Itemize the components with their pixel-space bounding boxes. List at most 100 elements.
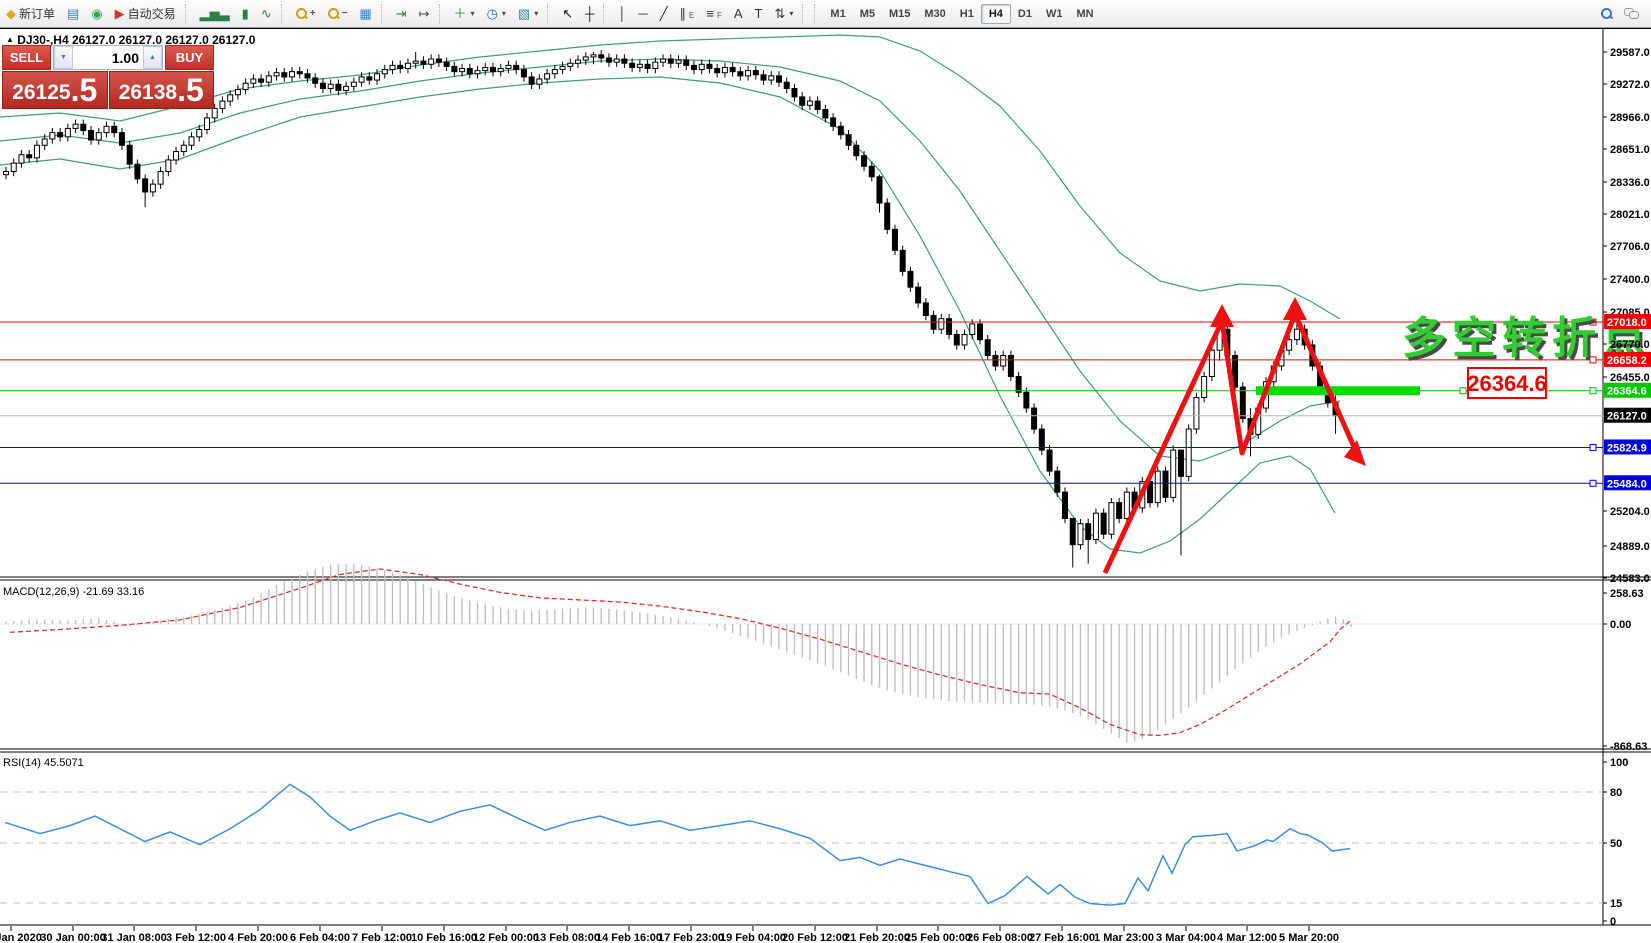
bear-candle[interactable] <box>792 88 797 96</box>
bull-candle[interactable] <box>460 69 465 72</box>
bear-candle[interactable] <box>135 164 140 179</box>
bear-candle[interactable] <box>977 324 982 340</box>
bear-candle[interactable] <box>336 84 341 90</box>
bear-candle[interactable] <box>738 72 743 76</box>
bull-candle[interactable] <box>413 61 418 63</box>
new-order-button[interactable]: ◆新订单 <box>1 3 60 24</box>
bull-candle[interactable] <box>150 184 155 192</box>
support-line-25484-anchor[interactable] <box>1590 480 1596 486</box>
new-chart-icon[interactable]: ＋▾ <box>449 5 480 22</box>
pivot-highlight-bar[interactable] <box>1256 386 1420 395</box>
pivot-line-26364-anchor[interactable] <box>1590 388 1596 394</box>
bear-candle[interactable] <box>1086 524 1091 540</box>
bear-candle[interactable] <box>313 78 318 83</box>
bear-candle[interactable] <box>320 83 325 88</box>
bear-candle[interactable] <box>1024 392 1029 408</box>
bull-candle[interactable] <box>568 63 573 66</box>
timeframe-d1-button[interactable]: D1 <box>1011 5 1039 23</box>
bull-candle[interactable] <box>405 63 410 68</box>
bull-candle[interactable] <box>351 82 356 86</box>
search-button[interactable] <box>1596 6 1617 21</box>
bull-candle[interactable] <box>506 65 511 68</box>
chat-button[interactable] <box>1619 6 1643 21</box>
bull-candle[interactable] <box>1209 350 1214 376</box>
bear-candle[interactable] <box>831 118 836 126</box>
bull-candle[interactable] <box>243 83 248 89</box>
bear-candle[interactable] <box>753 71 758 75</box>
bull-candle[interactable] <box>591 55 596 57</box>
bear-candle[interactable] <box>1117 503 1122 519</box>
bull-candle[interactable] <box>34 145 39 158</box>
bear-candle[interactable] <box>993 355 998 366</box>
candlestick-chart-icon[interactable]: ▮ <box>237 5 254 22</box>
timeframe-h4-button[interactable]: H4 <box>981 4 1011 24</box>
trend-arrow-line[interactable] <box>1105 314 1358 573</box>
bear-candle[interactable] <box>490 67 495 71</box>
bull-candle[interactable] <box>498 69 503 72</box>
bear-candle[interactable] <box>127 145 132 164</box>
bear-candle[interactable] <box>452 66 457 71</box>
bull-candle[interactable] <box>552 70 557 74</box>
bear-candle[interactable] <box>947 319 952 335</box>
template-icon[interactable]: ▧▾ <box>513 5 543 22</box>
bollinger-middle-band[interactable] <box>0 59 1340 461</box>
bear-candle[interactable] <box>436 59 441 62</box>
bear-candle[interactable] <box>119 133 124 146</box>
bear-candle[interactable] <box>691 65 696 69</box>
bull-candle[interactable] <box>653 62 658 68</box>
bull-candle[interactable] <box>251 79 256 83</box>
bull-candle[interactable] <box>537 79 542 84</box>
bear-candle[interactable] <box>297 72 302 74</box>
bull-candle[interactable] <box>189 137 194 145</box>
text-icon[interactable]: A <box>729 5 748 22</box>
bull-candle[interactable] <box>274 73 279 76</box>
bear-candle[interactable] <box>877 177 882 203</box>
timeframe-w1-button[interactable]: W1 <box>1039 5 1070 23</box>
zoom-out-icon[interactable]: − <box>323 6 353 21</box>
bear-candle[interactable] <box>1008 355 1013 376</box>
bear-candle[interactable] <box>444 62 449 66</box>
bear-candle[interactable] <box>58 133 63 137</box>
line-chart-icon[interactable]: ∿ <box>256 5 277 22</box>
bull-candle[interactable] <box>204 118 209 130</box>
bear-candle[interactable] <box>784 82 789 88</box>
bull-candle[interactable] <box>4 172 9 175</box>
bull-candle[interactable] <box>939 319 944 330</box>
chart-shift-icon[interactable]: ↦ <box>414 5 435 22</box>
rsi-line[interactable] <box>5 784 1350 905</box>
timeframe-h1-button[interactable]: H1 <box>953 5 981 23</box>
bull-candle[interactable] <box>962 334 967 345</box>
bear-candle[interactable] <box>27 155 32 158</box>
bear-candle[interactable] <box>923 303 928 316</box>
bear-candle[interactable] <box>800 97 805 105</box>
bear-candle[interactable] <box>1032 408 1037 429</box>
bull-candle[interactable] <box>50 133 55 139</box>
timeframe-m5-button[interactable]: M5 <box>853 5 882 23</box>
bear-candle[interactable] <box>305 74 310 78</box>
timeframe-m15-button[interactable]: M15 <box>882 5 917 23</box>
text-label-icon[interactable]: T <box>750 5 768 22</box>
bear-candle[interactable] <box>854 145 859 156</box>
bear-candle[interactable] <box>900 250 905 271</box>
fibonacci-icon[interactable]: ≡F <box>701 5 726 22</box>
bear-candle[interactable] <box>862 156 867 167</box>
bear-candle[interactable] <box>606 58 611 62</box>
tile-windows-icon[interactable]: ▦ <box>354 5 376 22</box>
cursor-icon[interactable]: ↖ <box>557 5 578 22</box>
bull-candle[interactable] <box>228 95 233 101</box>
bull-candle[interactable] <box>699 64 704 69</box>
bull-candle[interactable] <box>42 139 47 145</box>
bear-candle[interactable] <box>645 64 650 68</box>
bear-candle[interactable] <box>1163 471 1168 497</box>
bull-candle[interactable] <box>661 59 666 62</box>
bear-candle[interactable] <box>1039 429 1044 450</box>
bear-candle[interactable] <box>622 59 627 63</box>
volume-decrease-button[interactable]: ▼ <box>54 46 73 69</box>
bull-candle[interactable] <box>483 67 488 70</box>
bear-candle[interactable] <box>1070 518 1075 544</box>
bull-candle[interactable] <box>1109 503 1114 535</box>
bull-candle[interactable] <box>1124 492 1129 518</box>
timeframe-m1-button[interactable]: M1 <box>823 5 852 23</box>
bear-candle[interactable] <box>1063 492 1068 518</box>
bull-candle[interactable] <box>290 72 295 77</box>
